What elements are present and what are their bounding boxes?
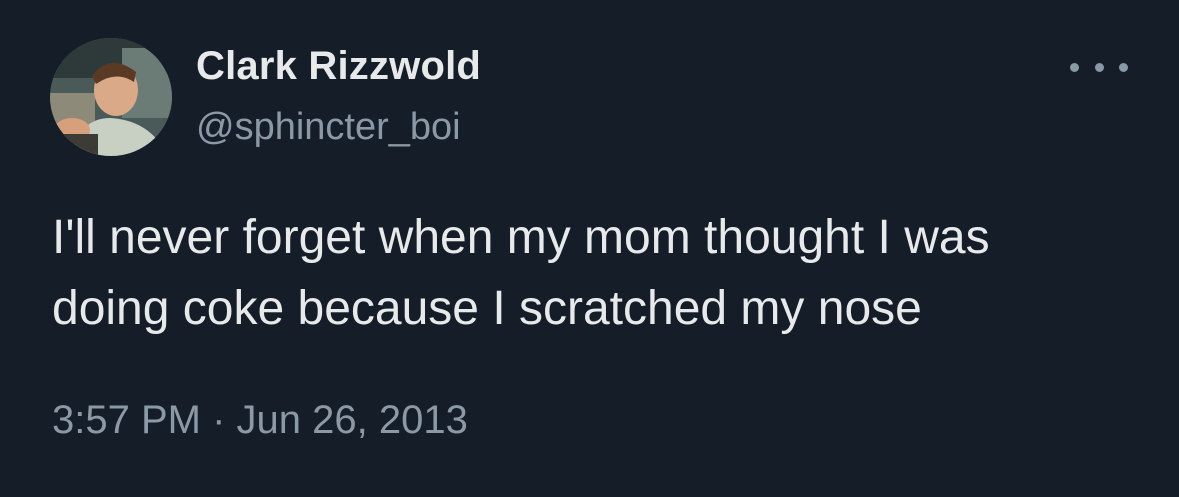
tweet-time: 3:57 PM	[52, 398, 201, 442]
meta-separator: ·	[212, 398, 226, 442]
tweet-card: Clark Rizzwold @sphincter_boi I'll never…	[0, 0, 1179, 497]
tweet-text: I'll never forget when my mom thought I …	[52, 202, 1132, 344]
tweet-date: Jun 26, 2013	[236, 398, 468, 442]
author-handle[interactable]: @sphincter_boi	[196, 102, 461, 152]
more-options-icon[interactable]	[1070, 52, 1128, 82]
author-avatar[interactable]	[50, 38, 172, 156]
more-dot	[1119, 62, 1128, 72]
author-display-name[interactable]: Clark Rizzwold	[196, 40, 481, 92]
more-dot	[1070, 62, 1079, 72]
avatar-photo	[50, 38, 172, 156]
more-dot	[1094, 62, 1104, 72]
tweet-timestamp[interactable]: 3:57 PM · Jun 26, 2013	[52, 392, 468, 448]
tweet-text-line: doing coke because I scratched my nose	[52, 282, 922, 335]
tweet-text-line: I'll never forget when my mom thought I …	[52, 211, 990, 264]
